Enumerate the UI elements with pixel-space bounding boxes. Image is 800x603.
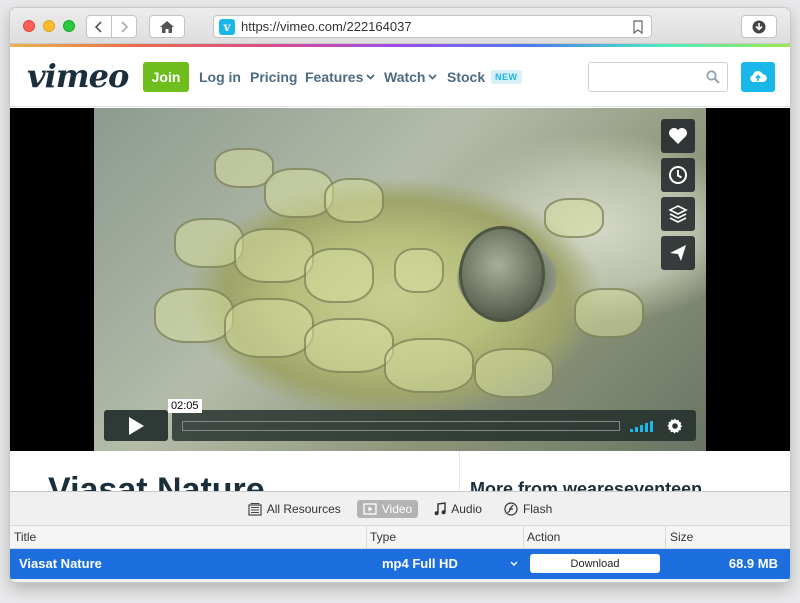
snake-scale [574, 288, 644, 338]
play-icon [129, 416, 144, 435]
nav-features[interactable]: Features [305, 69, 375, 85]
column-header-type[interactable]: Type [370, 530, 396, 544]
progress-bar[interactable] [182, 421, 620, 431]
forward-button[interactable] [111, 15, 137, 38]
snake-scale [544, 198, 604, 238]
snake-scale [224, 298, 314, 358]
browser-window: v https://vimeo.com/222164037 vimeo Join… [10, 8, 790, 582]
vimeo-header: vimeo Join Log in Pricing Features Watch… [10, 47, 790, 107]
heart-icon [669, 128, 687, 144]
time-tooltip: 02:05 [168, 399, 202, 413]
share-button[interactable] [661, 236, 695, 270]
row-size: 68.9 MB [728, 556, 778, 571]
filter-label: Video [381, 501, 413, 516]
column-separator [523, 526, 524, 549]
vimeo-logo[interactable]: vimeo [27, 57, 129, 95]
chevron-left-icon [95, 20, 102, 33]
gear-icon[interactable] [666, 417, 684, 435]
video-title: Viasat Nature [48, 471, 265, 491]
nav-watch-label: Watch [384, 69, 426, 85]
chevron-down-icon [366, 74, 375, 80]
type-select-value: mp4 Full HD [382, 556, 458, 571]
watch-later-button[interactable] [661, 158, 695, 192]
upload-button[interactable] [741, 62, 775, 92]
row-title: Viasat Nature [19, 556, 102, 571]
home-icon [160, 20, 174, 33]
more-from-heading: More from weareseventeen [470, 479, 703, 491]
nav-watch[interactable]: Watch [384, 69, 438, 85]
type-select[interactable]: mp4 Full HD [382, 556, 518, 571]
chevron-down-icon [428, 74, 438, 80]
vimeo-favicon-icon: v [219, 18, 235, 35]
filter-audio[interactable]: Audio [428, 500, 488, 518]
resources-icon [248, 502, 262, 516]
new-badge: NEW [491, 70, 522, 84]
filter-bar: All Resources Video Audio Flash [10, 492, 790, 525]
filter-label: Audio [451, 501, 482, 516]
nav-login[interactable]: Log in [199, 69, 241, 85]
snake-scale [304, 318, 394, 373]
downloads-button[interactable] [741, 15, 777, 38]
filter-all-resources[interactable]: All Resources [242, 500, 347, 518]
like-button[interactable] [661, 119, 695, 153]
snake-scale [234, 228, 314, 283]
cloud-upload-icon [750, 70, 767, 82]
table-header: Title Type Action Size [10, 525, 790, 549]
nav-stock[interactable]: Stock [447, 69, 485, 85]
send-icon [670, 245, 686, 261]
table-row[interactable]: Viasat Nature mp4 Full HD Download 68.9 … [10, 549, 790, 579]
snake-scale [304, 248, 374, 303]
column-header-action[interactable]: Action [527, 530, 560, 544]
clock-icon [669, 166, 687, 184]
video-player[interactable]: 02:05 [10, 108, 790, 451]
download-circle-icon [752, 20, 766, 33]
collections-button[interactable] [661, 197, 695, 231]
snake-scale [474, 348, 554, 398]
chevron-right-icon [121, 20, 128, 33]
title-bar: v https://vimeo.com/222164037 [10, 8, 790, 44]
snake-scale [154, 288, 234, 343]
layers-icon [668, 205, 688, 223]
nav-pricing[interactable]: Pricing [250, 69, 297, 85]
minimize-window-button[interactable] [43, 20, 55, 32]
video-icon [363, 502, 377, 515]
column-divider [459, 451, 460, 491]
nav-features-label: Features [305, 69, 364, 85]
url-text[interactable]: https://vimeo.com/222164037 [241, 19, 631, 34]
bookmark-icon[interactable] [631, 19, 645, 34]
chevron-down-icon [510, 561, 518, 566]
column-header-size[interactable]: Size [670, 530, 693, 544]
downloader-panel: All Resources Video Audio Flash Title Ty… [10, 491, 790, 582]
filter-video[interactable]: Video [356, 499, 419, 518]
search-icon[interactable] [706, 70, 720, 84]
join-button[interactable]: Join [143, 62, 189, 92]
close-window-button[interactable] [23, 20, 35, 32]
zoom-window-button[interactable] [63, 20, 75, 32]
home-button[interactable] [149, 15, 185, 38]
flash-icon [504, 501, 518, 516]
filter-label: Flash [522, 501, 553, 516]
snake-scale [394, 248, 444, 293]
filter-label: All Resources [266, 501, 341, 516]
filter-flash[interactable]: Flash [498, 500, 558, 518]
control-bar [172, 410, 696, 441]
address-bar[interactable]: v https://vimeo.com/222164037 [213, 15, 652, 38]
volume-icon[interactable] [630, 420, 654, 432]
music-note-icon [434, 501, 446, 515]
column-separator [366, 526, 367, 549]
download-button[interactable]: Download [530, 554, 660, 573]
play-button[interactable] [104, 410, 168, 441]
back-button[interactable] [86, 15, 112, 38]
snake-scale [384, 338, 474, 393]
column-header-title[interactable]: Title [14, 530, 36, 544]
column-separator [665, 526, 666, 549]
snake-eye [459, 226, 545, 322]
search-input[interactable] [588, 62, 728, 92]
player-controls [104, 410, 696, 441]
snake-scale [324, 178, 384, 223]
page-content: Viasat Nature More from weareseventeen [10, 451, 790, 491]
